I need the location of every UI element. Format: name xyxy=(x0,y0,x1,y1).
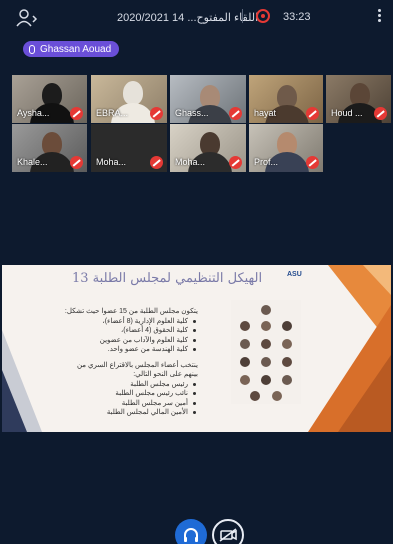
participant-name: Houd ... xyxy=(331,108,363,118)
slide-title: الهيكل التنظيمي لمجلس الطلبة 13 xyxy=(72,271,263,286)
slide-bullet: كلية العلوم الإدارية (8 أعضاء)، xyxy=(62,317,198,327)
participant-tile[interactable]: EBRA... xyxy=(91,75,167,123)
participant-tile-active[interactable]: Ghass... xyxy=(170,75,246,123)
participant-name: Aysha... xyxy=(17,108,50,118)
participant-name: Prof... xyxy=(254,157,279,167)
slide-role: الأمين المالي لمجلس الطلبة xyxy=(62,408,198,418)
slide-intro: يتكون مجلس الطلبة من 15 عضوا حيث تشكل: xyxy=(64,308,198,315)
top-bar: 2020/2021 14 ...اللقاء المفتوح 33:23 xyxy=(0,0,393,34)
microphone-icon xyxy=(29,44,35,54)
mic-off-icon xyxy=(150,156,163,169)
slide-bullet: كلية الحقوق (4 أعضاء)، xyxy=(62,326,198,336)
mic-off-icon xyxy=(70,156,83,169)
participant-name: Ghass... xyxy=(175,108,209,118)
participant-tile[interactable]: Moha... xyxy=(170,124,246,172)
slide-election-intro: ينتخب أعضاء المجلس بالاقتراع السري من بي… xyxy=(76,361,198,379)
participant-tile[interactable]: hayat xyxy=(249,75,323,123)
slide-role: رئيس مجلس الطلبة xyxy=(62,380,198,390)
headphones-icon xyxy=(184,528,198,542)
mic-off-icon xyxy=(150,107,163,120)
meeting-timer: 33:23 xyxy=(283,11,311,23)
slide-decoration xyxy=(308,265,391,432)
participant-tile[interactable]: Moha... xyxy=(91,124,167,172)
participant-tile[interactable]: Khale... xyxy=(12,124,87,172)
participant-name: Khale... xyxy=(17,157,48,167)
slide-bullet: كلية الهندسة من عضو واحد. xyxy=(62,345,198,355)
record-icon[interactable] xyxy=(256,9,270,23)
mic-off-icon xyxy=(70,107,83,120)
participant-name: hayat xyxy=(254,108,277,118)
participant-tile[interactable]: Prof... xyxy=(249,124,323,172)
audio-button[interactable] xyxy=(175,519,207,544)
participant-name: Moha... xyxy=(96,157,127,167)
active-speaker-name: Ghassan Aouad xyxy=(40,43,112,55)
participant-tile[interactable]: Houd ... xyxy=(326,75,391,123)
divider xyxy=(242,9,243,23)
mic-off-icon xyxy=(306,107,319,120)
slide-bullet: كلية العلوم والآداب من عضوين xyxy=(62,336,198,346)
slide-role: نائب رئيس مجلس الطلبة xyxy=(62,389,198,399)
slide-decoration xyxy=(2,330,42,432)
participant-name: Moha... xyxy=(175,157,206,167)
participants-icon[interactable] xyxy=(16,9,38,27)
more-options-icon[interactable] xyxy=(376,9,382,25)
mic-off-icon xyxy=(229,156,242,169)
mic-off-icon xyxy=(229,107,242,120)
active-speaker-badge: Ghassan Aouad xyxy=(23,41,120,57)
mic-off-icon xyxy=(306,156,319,169)
participant-tile[interactable]: Aysha... xyxy=(12,75,87,123)
meeting-title: 2020/2021 14 ...اللقاء المفتوح xyxy=(117,12,259,24)
slide-body: يتكون مجلس الطلبة من 15 عضوا حيث تشكل: ك… xyxy=(62,307,198,418)
camera-off-icon xyxy=(219,528,237,542)
slide-role: أمين سر مجلس الطلبة xyxy=(62,399,198,409)
asu-logo: ASU xyxy=(287,271,302,278)
participant-name: EBRA... xyxy=(96,108,129,118)
mic-off-icon xyxy=(374,107,387,120)
video-off-button[interactable] xyxy=(212,519,244,544)
council-members-chart xyxy=(231,300,301,404)
